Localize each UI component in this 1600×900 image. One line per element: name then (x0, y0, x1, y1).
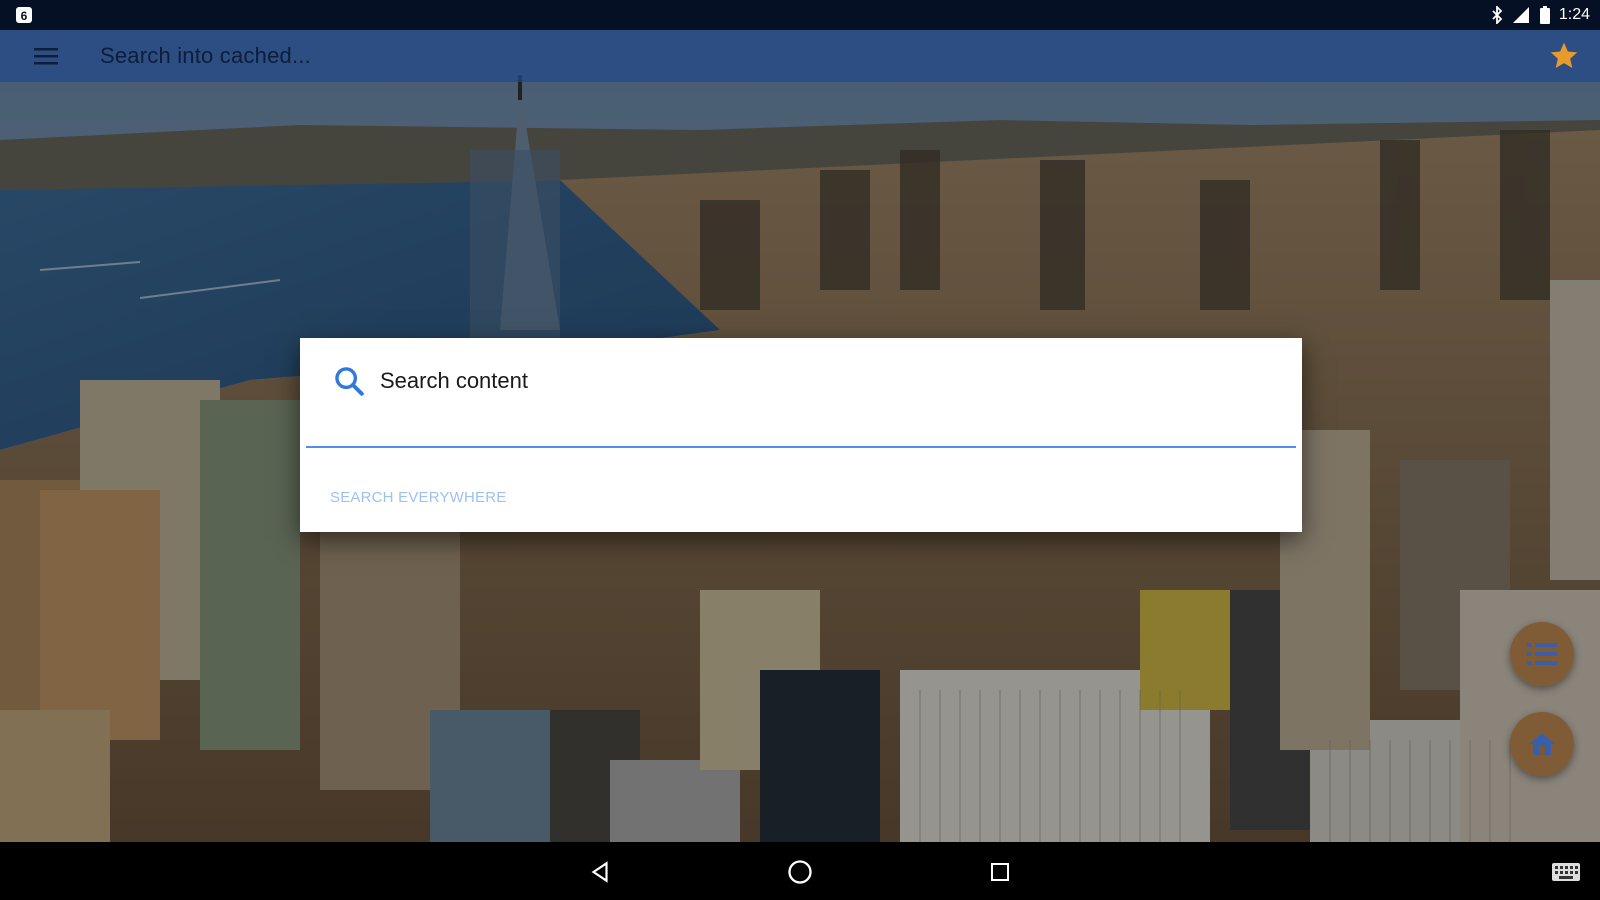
search-content-input[interactable] (306, 402, 1296, 448)
home-icon (1529, 733, 1555, 755)
status-time: 1:24 (1558, 6, 1590, 23)
battery-icon (1539, 6, 1550, 24)
signal-icon (1512, 7, 1529, 23)
keyboard-icon[interactable] (1548, 854, 1584, 890)
back-icon[interactable] (582, 854, 618, 890)
menu-icon[interactable] (28, 42, 64, 70)
home-circle-icon[interactable] (782, 854, 818, 890)
status-bar: 6 1:24 (0, 0, 1600, 30)
system-nav-bar (0, 842, 1600, 900)
home-button[interactable] (1510, 712, 1574, 776)
notification-icon: 6 (16, 7, 32, 23)
list-view-button[interactable] (1510, 622, 1574, 686)
app-toolbar: Search into cached... (0, 30, 1600, 82)
search-icon (335, 367, 364, 396)
star-icon[interactable] (1548, 40, 1580, 72)
cached-search-field[interactable]: Search into cached... (100, 43, 311, 69)
list-icon (1527, 643, 1557, 665)
svg-text:6: 6 (21, 9, 28, 23)
status-indicators: 1:24 (1491, 5, 1590, 25)
bluetooth-icon (1492, 6, 1503, 24)
search-everywhere-button[interactable]: SEARCH EVERYWHERE (330, 489, 507, 506)
dialog-title: Search content (380, 368, 528, 393)
search-content-dialog: Search content SEARCH EVERYWHERE (300, 338, 1302, 532)
recents-icon[interactable] (982, 854, 1018, 890)
